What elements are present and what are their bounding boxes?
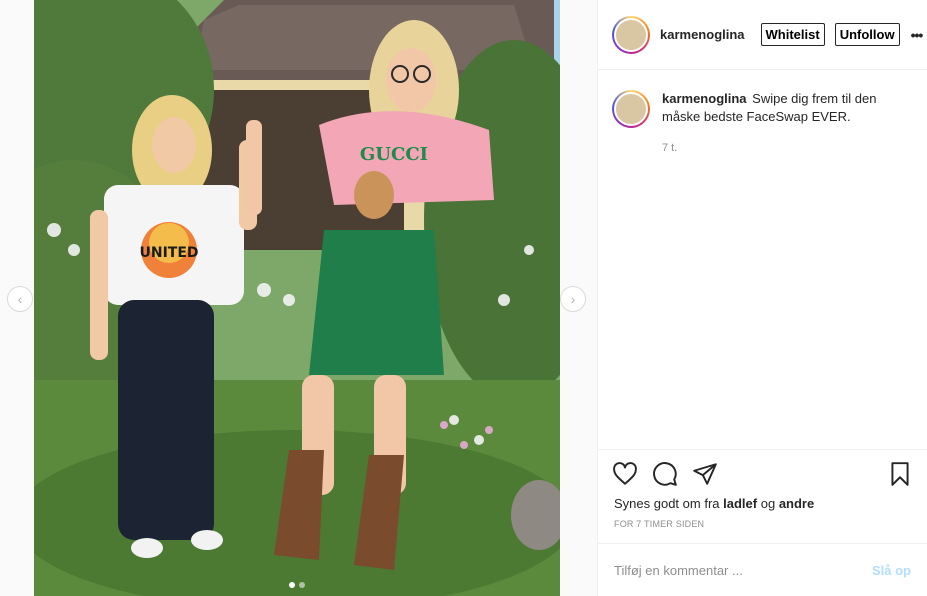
shirt-text-gucci: GUCCI <box>360 144 428 165</box>
likes-prefix: Synes godt om fra <box>614 496 720 511</box>
comment-input[interactable] <box>614 562 872 578</box>
likes-others-link[interactable]: andre <box>779 496 814 511</box>
unfollow-button[interactable]: Unfollow <box>834 23 900 46</box>
chevron-left-icon[interactable]: ‹ <box>7 286 33 312</box>
add-comment-form: Slå op <box>598 543 927 596</box>
caption-username[interactable]: karmenoglina <box>662 91 747 106</box>
likes-summary: Synes godt om fra ladlef og andre <box>598 496 927 511</box>
more-options-icon[interactable]: ••• <box>911 27 924 43</box>
likes-joiner: og <box>760 496 776 511</box>
paper-plane-icon[interactable] <box>692 461 718 487</box>
photo-illustration: UNITED GUCCI <box>34 0 560 596</box>
instagram-post-modal: ‹ UNITED GUCCI › karmenoglina Whitelist … <box>0 0 927 596</box>
avatar[interactable] <box>612 15 650 54</box>
caption-time[interactable]: 7 t. <box>662 139 902 157</box>
post-photo[interactable]: UNITED GUCCI <box>34 0 560 596</box>
post-actions-section: Synes godt om fra ladlef og andre FOR 7 … <box>598 449 927 529</box>
chevron-right-icon[interactable]: › <box>560 286 586 312</box>
bookmark-icon[interactable] <box>887 461 913 487</box>
carousel-dot[interactable] <box>299 582 305 588</box>
post-header: karmenoglina Whitelist Unfollow ••• <box>598 0 927 70</box>
caption-avatar[interactable] <box>612 90 650 128</box>
heart-icon[interactable] <box>612 461 638 487</box>
action-bar <box>598 450 927 498</box>
shirt-text-united: UNITED <box>139 245 198 261</box>
comment-bubble-icon[interactable] <box>652 461 678 487</box>
post-side-panel: karmenoglina Whitelist Unfollow ••• karm… <box>597 0 927 596</box>
posted-time[interactable]: FOR 7 TIMER SIDEN <box>598 511 927 529</box>
carousel-dot-active[interactable] <box>289 582 295 588</box>
likes-user-link[interactable]: ladlef <box>723 496 757 511</box>
caption-comment: karmenoglina Swipe dig frem til den måsk… <box>598 70 927 157</box>
header-username[interactable]: karmenoglina <box>660 27 745 42</box>
carousel-dots <box>34 582 560 588</box>
whitelist-button[interactable]: Whitelist <box>760 23 825 46</box>
post-comment-button[interactable]: Slå op <box>872 563 911 578</box>
